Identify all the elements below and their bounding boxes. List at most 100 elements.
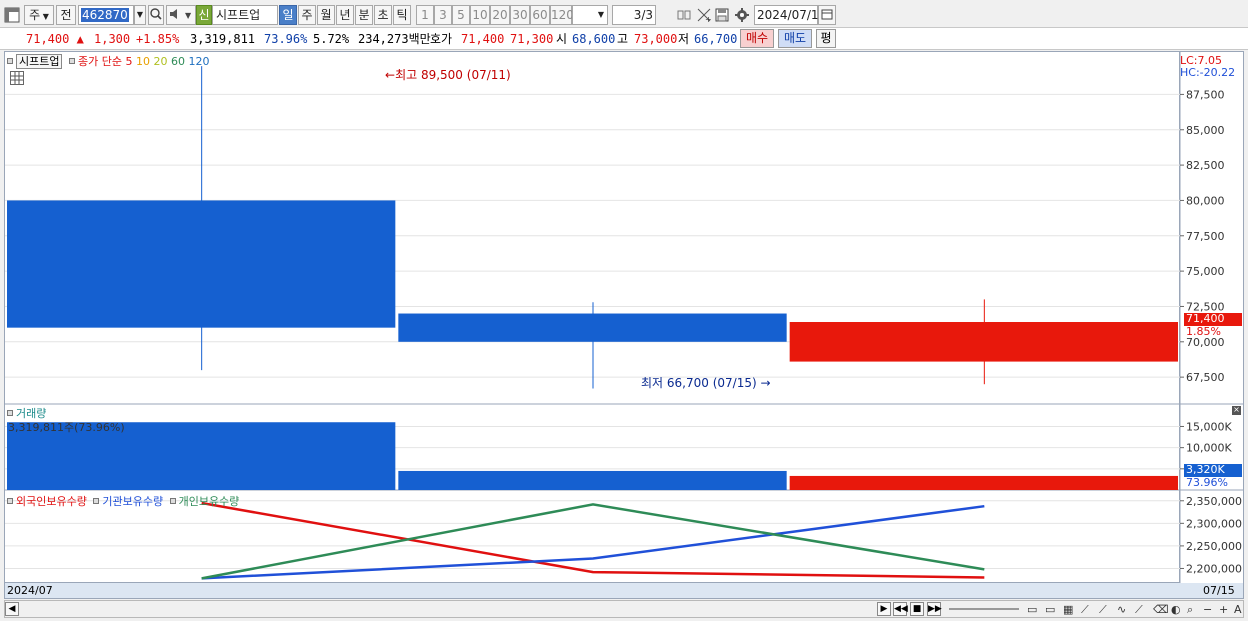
interval-button-30[interactable]: 30 <box>510 5 530 25</box>
code-dropdown-button[interactable]: ▼ <box>134 5 146 25</box>
triangle-right-icon: ▶ <box>880 604 888 614</box>
stop-icon: ■ <box>912 604 922 614</box>
period-button-1[interactable]: 주 <box>298 5 316 25</box>
individual-holding-label: 개인보유수량 <box>178 495 240 508</box>
plus-icon[interactable]: + <box>1219 603 1228 616</box>
price-change-pct: +1.85% <box>136 32 180 46</box>
interval-button-1[interactable]: 1 <box>416 5 434 25</box>
draw-trend-icon[interactable]: ⟋ <box>1099 603 1107 617</box>
ma-10-label: 10 <box>135 55 150 68</box>
save-icon[interactable] <box>714 7 730 23</box>
stock-name-field[interactable]: 시프트업 <box>212 5 278 25</box>
svg-text:+: + <box>705 15 712 23</box>
text-size-icon[interactable]: A <box>1234 603 1242 616</box>
eval-button[interactable]: 평 <box>816 29 836 48</box>
open-price: 68,600 <box>572 32 616 46</box>
ma-5-label: 5 <box>125 55 133 68</box>
price-change: 1,300 <box>94 32 131 46</box>
calendar-button[interactable] <box>818 5 836 25</box>
window-cascade-icon[interactable]: ▭ <box>1045 603 1055 616</box>
buy-button[interactable]: 매수 <box>740 29 774 48</box>
speaker-icon: ▼ <box>170 9 192 20</box>
zoom-slider[interactable] <box>949 608 1019 610</box>
triangle-left-icon: ◀ <box>8 604 16 614</box>
interval-button-5[interactable]: 5 <box>452 5 470 25</box>
volume-readout: 3,319,811주(73.96%) <box>8 421 125 434</box>
window-menu-icon[interactable] <box>4 7 20 23</box>
interval-button-3[interactable]: 3 <box>434 5 452 25</box>
holding-axis-tick-label: 2,200,000 <box>1186 562 1242 575</box>
chevron-down-icon: ▼ <box>597 10 604 19</box>
table-view-icon[interactable] <box>10 71 24 85</box>
prev-button[interactable]: 전 <box>56 5 76 25</box>
price-panel-stock-name: 시프트업 <box>16 54 63 69</box>
price-panel-title: 시프트업 종가 단순 5 10 20 60 120 <box>7 53 209 69</box>
scroll-right-button[interactable]: ▶ <box>877 602 891 616</box>
trade-amount: 234,273백만 <box>358 32 431 46</box>
period-button-0[interactable]: 일 <box>279 5 297 25</box>
volume-axis-tick-label: 15,000K <box>1186 420 1232 433</box>
current-price: 71,400 ▲ <box>26 31 84 47</box>
high-label: 고 <box>617 32 629 46</box>
date-input[interactable]: 2024/07/15 <box>754 5 826 25</box>
volume-bar <box>789 475 1178 490</box>
period-button-6[interactable]: 틱 <box>393 5 411 25</box>
interval-button-10[interactable]: 10 <box>470 5 490 25</box>
fast-forward-button[interactable]: ▶▶ <box>927 602 942 616</box>
right-arrow-icon: → <box>760 376 771 390</box>
calendar-icon <box>821 9 833 20</box>
scroll-left-button[interactable]: ◀ <box>5 602 19 616</box>
holding-axis-tick-label: 2,300,000 <box>1186 517 1242 530</box>
draw-line-icon[interactable]: ⟋ <box>1081 603 1089 617</box>
market-select[interactable]: 주 ▼ <box>24 5 54 25</box>
panel-square-icon <box>7 498 13 504</box>
window-tile-icon[interactable]: ▭ <box>1027 603 1037 616</box>
foreign-holding-label: 외국인보유수량 <box>16 495 87 508</box>
interval-button-120[interactable]: 120 <box>550 5 574 25</box>
price-axis-tick-label: 87,500 <box>1186 88 1225 101</box>
sound-button[interactable]: ▼ <box>166 5 196 25</box>
volume-bar <box>398 470 787 490</box>
panel-square-icon <box>169 498 176 504</box>
period-button-5[interactable]: 초 <box>374 5 392 25</box>
max-price-note: ←최고 89,500 (07/11) <box>385 66 511 83</box>
period-button-3[interactable]: 년 <box>336 5 354 25</box>
zoom-icon[interactable]: ⌕ <box>1187 603 1193 617</box>
period-button-2[interactable]: 월 <box>317 5 335 25</box>
ma-20-label: 20 <box>153 55 168 68</box>
search-button[interactable] <box>148 5 164 25</box>
chart-scrollbar[interactable]: ◀ ▶ ◀◀ ■ ▶▶ ▭ ▭ ▦ ⟋ ⟋ ∿ ⟋ ⌫ ◐ ⌕ − + A <box>4 600 1244 618</box>
eraser-icon[interactable]: ⌫ <box>1153 603 1169 616</box>
palette-icon[interactable]: ◐ <box>1171 603 1181 616</box>
y-axis-panel: 67,500 70,000 72,500 75,000 77,500 80,000 82,5… <box>1180 51 1244 584</box>
link-icon[interactable] <box>676 7 692 23</box>
interval-button-20[interactable]: 20 <box>490 5 510 25</box>
draw-wave-icon[interactable]: ∿ <box>1117 603 1126 616</box>
minus-icon[interactable]: − <box>1203 603 1212 616</box>
rewind-button[interactable]: ◀◀ <box>893 602 908 616</box>
close-icon[interactable]: × <box>1232 406 1241 415</box>
period-button-4[interactable]: 분 <box>355 5 373 25</box>
date-axis-left: 2024/07 <box>7 584 53 597</box>
current-volume-pct: 73.96% <box>1186 476 1228 489</box>
interval-custom-select[interactable]: ▼ <box>572 5 608 25</box>
candle-body <box>398 313 787 342</box>
main-toolbar: 주 ▼ 전 462870 ▼ ▼ 신 시프트업 일주월년분초틱 1 3 5 10 20 3… <box>0 0 1248 28</box>
draw-fibo-icon[interactable]: ⟋ <box>1135 603 1143 617</box>
interval-button-60[interactable]: 60 <box>530 5 550 25</box>
gear-icon[interactable] <box>734 7 750 23</box>
stock-code-input[interactable]: 462870 <box>78 5 134 25</box>
ask-label: 호가 <box>430 32 453 46</box>
crosshair-add-icon[interactable]: + <box>696 7 712 24</box>
panel-square-icon <box>68 58 75 64</box>
ma-60-label: 60 <box>170 55 185 68</box>
stop-button[interactable]: ■ <box>910 602 924 616</box>
holding-panel-title: 외국인보유수량 기관보유수량 개인보유수량 <box>7 493 239 509</box>
holding-axis-tick-label: 2,350,000 <box>1186 495 1242 508</box>
quote-bar: 71,400 ▲ 1,300 +1.85% 3,319,811 73.96% 5… <box>0 28 1248 50</box>
sell-button[interactable]: 매도 <box>778 29 812 48</box>
chart-area[interactable]: 시프트업 종가 단순 5 10 20 60 120 ←최고 89,500 (07… <box>4 51 1181 583</box>
grid-icon[interactable]: ▦ <box>1063 603 1073 616</box>
price-axis-tick-label: 77,500 <box>1186 230 1225 243</box>
institution-holding-line <box>201 504 985 580</box>
